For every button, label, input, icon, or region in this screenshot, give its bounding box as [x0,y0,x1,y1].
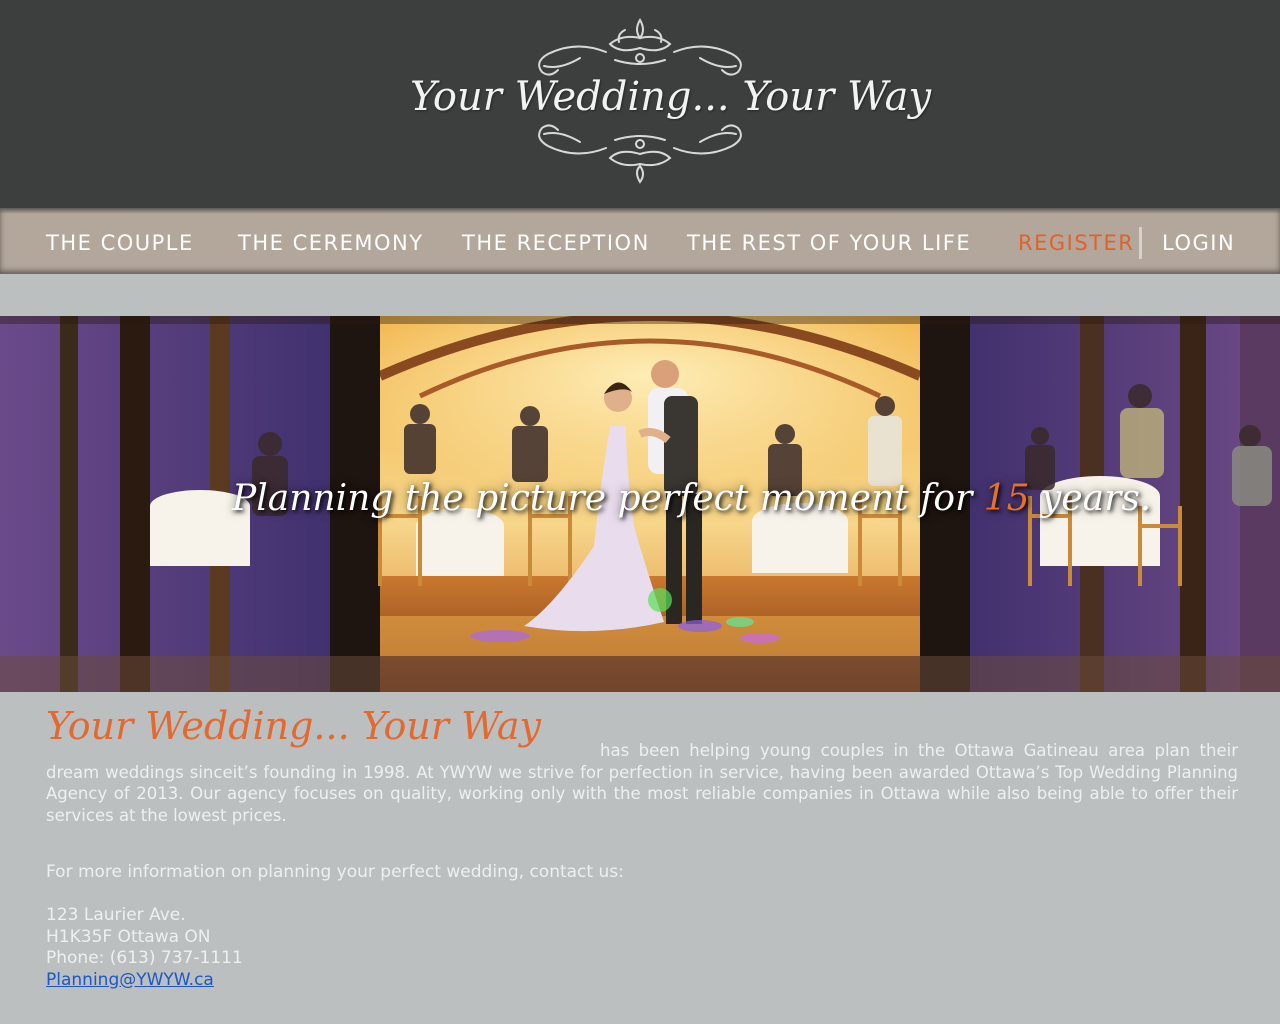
contact-prompt: For more information on planning your pe… [46,862,624,882]
nav-divider [1139,227,1142,259]
tagline-years-number: 15 [983,478,1030,519]
contact-address: 123 Laurier Ave. H1K35F Ottawa ON Phone:… [46,905,243,991]
address-city: H1K35F Ottawa ON [46,926,211,947]
site-header: Your Wedding... Your Way [0,0,1280,208]
site-logo[interactable]: Your Wedding... Your Way [410,12,932,192]
nav-item-the-couple[interactable]: THE COUPLE [46,230,194,256]
hero-tagline: Planning the picture perfect moment for … [0,472,1280,542]
email-link[interactable]: Planning@YWYW.ca [46,970,214,990]
intro-text: has been helping young couples in the Ot… [46,741,1238,825]
intro-paragraph: has been helping young couples in the Ot… [46,740,1238,826]
logo-text: Your Wedding... Your Way [410,74,932,120]
login-link[interactable]: LOGIN [1162,230,1235,256]
tagline-text: Planning the picture perfect moment for [232,478,984,519]
nav-item-the-reception[interactable]: THE RECEPTION [462,230,650,256]
main-nav: THE COUPLE THE CEREMONY THE RECEPTION TH… [0,208,1280,274]
register-link[interactable]: REGISTER [1018,230,1134,256]
address-street: 123 Laurier Ave. [46,905,186,925]
phone-number: Phone: (613) 737-1111 [46,948,243,968]
nav-shadow [0,208,1280,214]
tagline-end: years. [1029,478,1152,519]
nav-item-the-rest-of-your-life[interactable]: THE REST OF YOUR LIFE [687,230,971,256]
nav-item-the-ceremony[interactable]: THE CEREMONY [238,230,424,256]
